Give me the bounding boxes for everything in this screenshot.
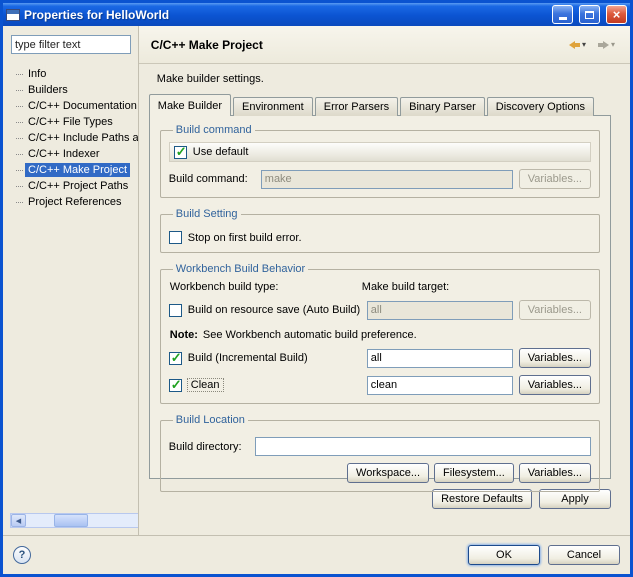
build-location-group: Build Location Build directory: Workspac… — [160, 414, 600, 492]
tab-binary-parser[interactable]: Binary Parser — [400, 97, 485, 116]
tab-error-parsers[interactable]: Error Parsers — [315, 97, 398, 116]
build-command-input[interactable] — [261, 170, 513, 189]
stop-on-error-checkbox[interactable] — [169, 231, 182, 244]
use-default-label: Use default — [193, 146, 249, 158]
note-text: See Workbench automatic build preference… — [203, 329, 417, 341]
build-command-label: Build command: — [169, 173, 255, 185]
make-build-target-label: Make build target: — [362, 281, 449, 293]
tab-bar: Make Builder Environment Error Parsers B… — [139, 92, 630, 115]
minimize-button[interactable] — [552, 5, 573, 24]
tab-discovery-options[interactable]: Discovery Options — [487, 97, 594, 116]
back-button[interactable]: ▾ — [566, 39, 589, 51]
use-default-row[interactable]: Use default — [169, 142, 591, 162]
auto-build-row: Build on resource save (Auto Build) Vari… — [169, 300, 591, 320]
dialog-footer: ? OK Cancel — [3, 535, 630, 574]
clean-label: Clean — [188, 379, 223, 391]
auto-build-variables-button[interactable]: Variables... — [519, 300, 591, 320]
help-icon: ? — [19, 549, 26, 561]
forward-button[interactable]: ▾ — [595, 39, 618, 51]
maximize-button[interactable] — [579, 5, 600, 24]
sidebar-item-cpp-include-paths[interactable]: C/C++ Include Paths and — [25, 130, 138, 146]
auto-build-checkbox[interactable] — [169, 304, 182, 317]
scrollbar-thumb[interactable] — [54, 514, 88, 527]
properties-dialog: Properties for HelloWorld × Info Builder… — [0, 0, 633, 577]
apply-button[interactable]: Apply — [539, 489, 611, 509]
location-variables-button[interactable]: Variables... — [519, 463, 591, 483]
sidebar-item-builders[interactable]: Builders — [25, 82, 138, 98]
app-icon — [6, 9, 20, 21]
title-bar[interactable]: Properties for HelloWorld × — [3, 3, 630, 26]
scrollbar-track[interactable] — [26, 514, 139, 527]
sidebar-item-cpp-documentation[interactable]: C/C++ Documentation — [25, 98, 138, 114]
minimize-icon — [559, 17, 567, 20]
incremental-variables-button[interactable]: Variables... — [519, 348, 591, 368]
cancel-button[interactable]: Cancel — [548, 545, 620, 565]
forward-dropdown-icon: ▾ — [611, 41, 615, 49]
sidebar-item-info[interactable]: Info — [25, 66, 138, 82]
ok-button[interactable]: OK — [468, 545, 540, 565]
incremental-build-label: Build (Incremental Build) — [188, 352, 308, 364]
main-area: Info Builders C/C++ Documentation C/C++ … — [3, 26, 630, 535]
build-setting-group: Build Setting Stop on first build error. — [160, 208, 600, 253]
close-icon: × — [613, 8, 621, 21]
stop-on-error-label: Stop on first build error. — [188, 232, 302, 244]
content-pane: C/C++ Make Project ▾ ▾ Make builder sett… — [139, 26, 630, 535]
tab-environment[interactable]: Environment — [233, 97, 313, 116]
window-title: Properties for HelloWorld — [24, 8, 546, 22]
build-command-group: Build command Use default Build command:… — [160, 124, 600, 198]
maximize-icon — [585, 11, 594, 19]
sidebar: Info Builders C/C++ Documentation C/C++ … — [3, 26, 139, 535]
workbench-build-type-label: Workbench build type: — [170, 281, 362, 293]
scroll-left-icon: ◀ — [16, 517, 21, 525]
scroll-left-button[interactable]: ◀ — [11, 514, 26, 527]
stop-on-error-row: Stop on first build error. — [169, 231, 591, 244]
history-nav: ▾ ▾ — [566, 39, 618, 51]
back-icon — [569, 41, 580, 49]
workbench-behavior-group: Workbench Build Behavior Workbench build… — [160, 263, 600, 404]
workspace-button[interactable]: Workspace... — [347, 463, 429, 483]
restore-defaults-button[interactable]: Restore Defaults — [432, 489, 532, 509]
use-default-checkbox[interactable] — [174, 146, 187, 159]
close-button[interactable]: × — [606, 5, 627, 24]
page-description: Make builder settings. — [139, 64, 630, 92]
sidebar-item-cpp-make-project[interactable]: C/C++ Make Project — [25, 162, 138, 178]
make-builder-panel: Build command Use default Build command:… — [149, 115, 611, 479]
auto-build-target-input[interactable] — [367, 301, 513, 320]
clean-target-input[interactable] — [367, 376, 513, 395]
filesystem-button[interactable]: Filesystem... — [434, 463, 514, 483]
build-setting-group-title: Build Setting — [173, 208, 241, 220]
horizontal-scrollbar[interactable]: ◀ ▶ — [10, 513, 139, 528]
incremental-target-input[interactable] — [367, 349, 513, 368]
clean-variables-button[interactable]: Variables... — [519, 375, 591, 395]
forward-icon — [598, 41, 609, 49]
sidebar-item-cpp-file-types[interactable]: C/C++ File Types — [25, 114, 138, 130]
page-header: C/C++ Make Project ▾ ▾ — [139, 26, 630, 64]
help-button[interactable]: ? — [13, 546, 31, 564]
sidebar-item-cpp-indexer[interactable]: C/C++ Indexer — [25, 146, 138, 162]
build-command-group-title: Build command — [173, 124, 255, 136]
workbench-column-labels: Workbench build type: Make build target: — [170, 281, 591, 293]
tab-make-builder[interactable]: Make Builder — [149, 94, 231, 116]
sidebar-item-project-references[interactable]: Project References — [25, 194, 138, 210]
build-location-group-title: Build Location — [173, 414, 248, 426]
filter-input[interactable] — [11, 35, 131, 54]
build-command-variables-button[interactable]: Variables... — [519, 169, 591, 189]
incremental-build-row: Build (Incremental Build) Variables... — [169, 348, 591, 368]
incremental-build-checkbox[interactable] — [169, 352, 182, 365]
sidebar-item-cpp-project-paths[interactable]: C/C++ Project Paths — [25, 178, 138, 194]
build-directory-label: Build directory: — [169, 441, 249, 453]
clean-checkbox[interactable] — [169, 379, 182, 392]
back-dropdown-icon: ▾ — [582, 41, 586, 49]
note-label: Note: — [170, 329, 198, 341]
properties-tree: Info Builders C/C++ Documentation C/C++ … — [11, 66, 138, 210]
page-title: C/C++ Make Project — [151, 38, 566, 52]
workbench-note: Note: See Workbench automatic build prefe… — [170, 329, 591, 341]
clean-row: Clean Variables... — [169, 375, 591, 395]
page-actions: Restore Defaults Apply — [139, 489, 611, 509]
workbench-group-title: Workbench Build Behavior — [173, 263, 308, 275]
build-directory-input[interactable] — [255, 437, 591, 456]
auto-build-label: Build on resource save (Auto Build) — [188, 304, 360, 316]
